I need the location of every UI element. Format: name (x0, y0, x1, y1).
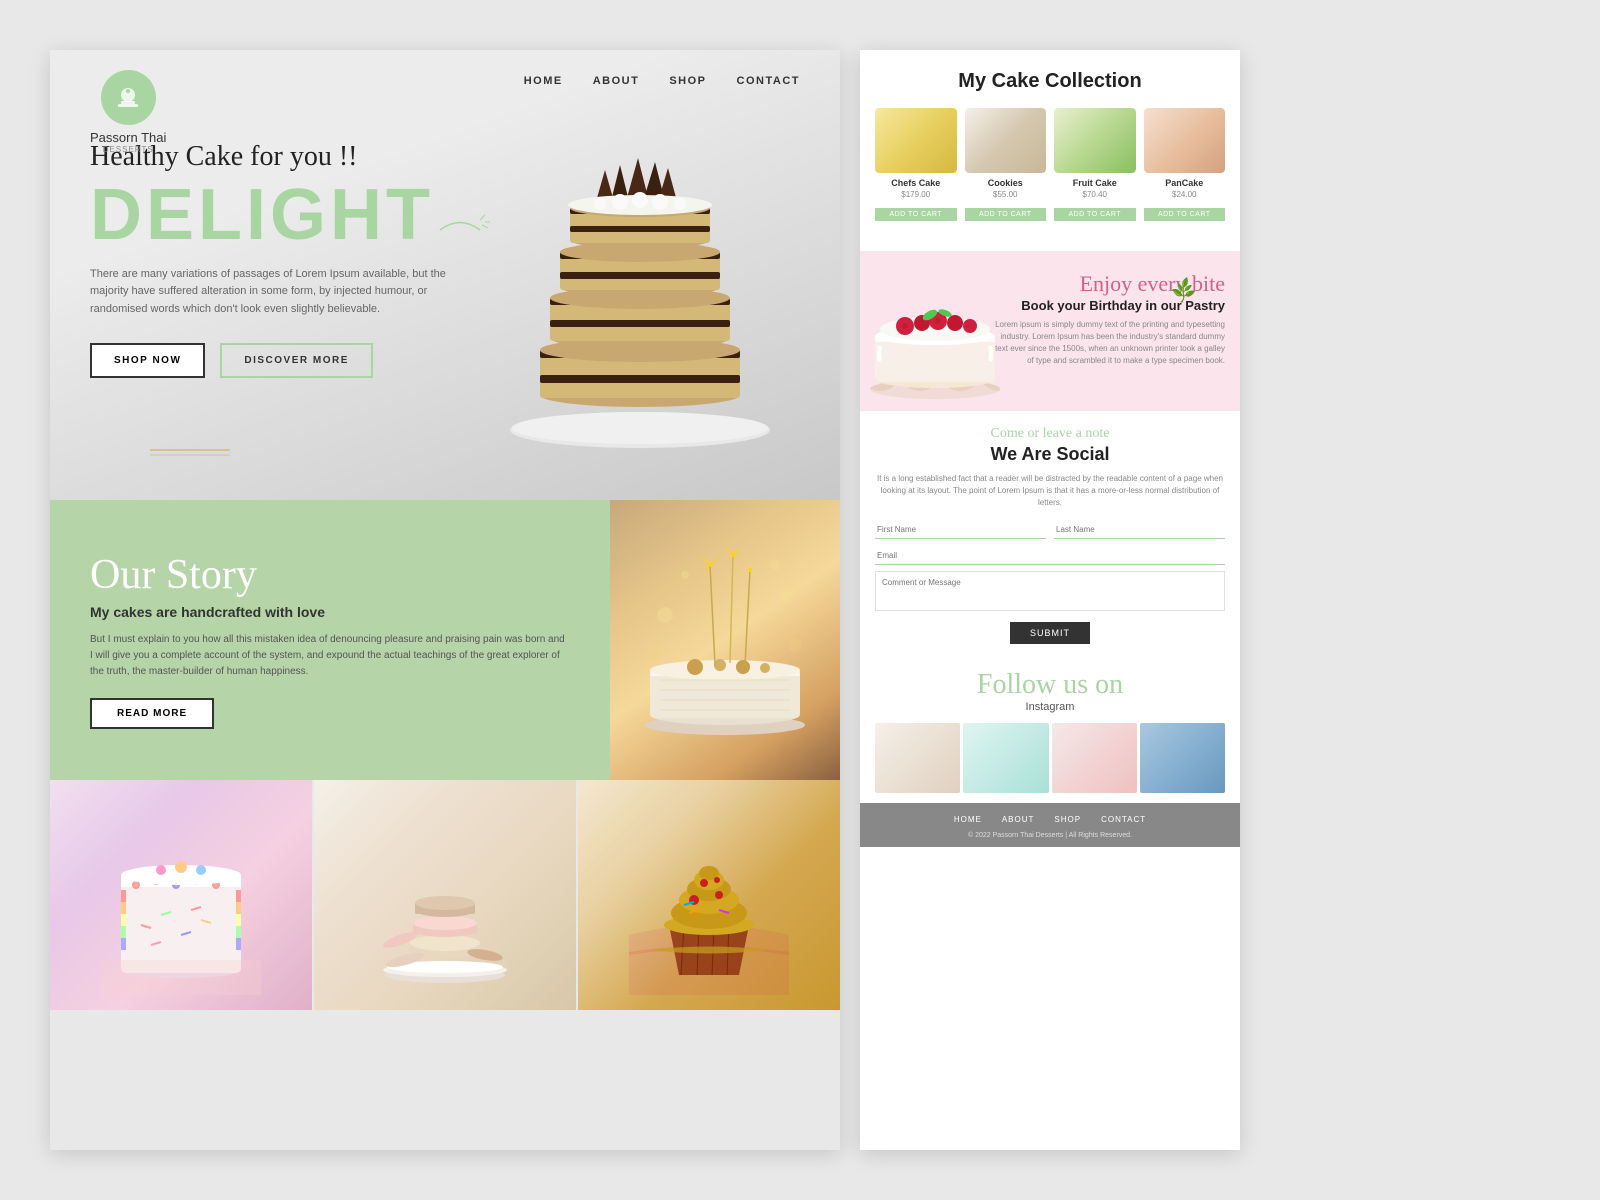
birthday-content: 🌿 Enjoy every bite Book your Birthday in… (875, 271, 1225, 366)
cake-price-1: $179.00 (875, 190, 957, 199)
nav-home[interactable]: HOME (524, 75, 563, 87)
bottom-image-1 (50, 780, 312, 1010)
read-more-button[interactable]: READ MORE (90, 698, 214, 729)
cake-image-1 (875, 108, 957, 173)
story-section: Our Story My cakes are handcrafted with … (50, 500, 840, 780)
name-row (875, 521, 1225, 539)
story-description: But I must explain to you how all this m… (90, 632, 570, 680)
footer-nav: HOME ABOUT SHOP CONTACT (875, 815, 1225, 824)
nav-contact[interactable]: CONTACT (737, 75, 800, 87)
logo-name: Passorn Thai (90, 130, 166, 145)
footer-nav-contact[interactable]: CONTACT (1101, 815, 1146, 824)
last-name-input[interactable] (1054, 521, 1225, 539)
follow-section: Follow us on Instagram (860, 659, 1240, 803)
logo-sub: DESSERTS (90, 145, 166, 154)
follow-subtitle: Instagram (875, 701, 1225, 713)
add-to-cart-button-4[interactable]: ADD TO CART (1144, 208, 1226, 221)
bottom-image-3 (578, 780, 840, 1010)
email-input[interactable] (875, 547, 1225, 565)
message-textarea[interactable] (875, 571, 1225, 611)
cake-image-4 (1144, 108, 1226, 173)
footer-nav-about[interactable]: ABOUT (1002, 815, 1035, 824)
nav-shop[interactable]: SHOP (669, 75, 706, 87)
right-panel: My Cake Collection Chefs Cake $179.00 AD… (860, 50, 1240, 1150)
instagram-image-1[interactable] (875, 723, 960, 793)
instagram-image-4[interactable] (1140, 723, 1225, 793)
hero-decoration (430, 210, 490, 255)
collection-title: My Cake Collection (875, 70, 1225, 93)
first-name-input[interactable] (875, 521, 1046, 539)
collection-section: My Cake Collection Chefs Cake $179.00 AD… (860, 50, 1240, 251)
cake-price-4: $24.00 (1144, 190, 1226, 199)
birthday-description: Lorem ipsum is simply dummy text of the … (995, 319, 1225, 367)
story-cake-panel (610, 500, 840, 780)
footer-copyright: © 2022 Passorn Thai Desserts | All Right… (875, 832, 1225, 839)
gold-decoration (150, 445, 250, 470)
story-subtitle: My cakes are handcrafted with love (90, 604, 570, 620)
story-left-panel: Our Story My cakes are handcrafted with … (50, 500, 610, 780)
story-script-title: Our Story (90, 551, 570, 599)
birthday-section: 🌿 Enjoy every bite Book your Birthday in… (860, 251, 1240, 411)
logo: Passorn Thai DESSERTS (90, 70, 166, 154)
bottom-images-section (50, 780, 840, 1010)
bottom-image-2 (314, 780, 576, 1010)
story-cake-image (610, 500, 840, 780)
contact-form: SUBMIT (875, 521, 1225, 644)
instagram-grid (875, 723, 1225, 793)
cake-name-2: Cookies (965, 178, 1047, 188)
footer-nav-home[interactable]: HOME (954, 815, 982, 824)
cake-item-4: PanCake $24.00 ADD TO CART (1144, 108, 1226, 221)
add-to-cart-button-1[interactable]: ADD TO CART (875, 208, 957, 221)
social-section: Come or leave a note We Are Social It is… (860, 411, 1240, 659)
follow-script-text: Follow us on (875, 669, 1225, 701)
submit-button[interactable]: SUBMIT (1010, 622, 1090, 644)
cake-image-2 (965, 108, 1047, 173)
cake-price-2: $55.00 (965, 190, 1047, 199)
cake-item-3: Fruit Cake $70.40 ADD TO CART (1054, 108, 1136, 221)
cake-price-3: $70.40 (1054, 190, 1136, 199)
social-tagline: Come or leave a note (875, 426, 1225, 442)
cake-name-1: Chefs Cake (875, 178, 957, 188)
cake-image-3 (1054, 108, 1136, 173)
hero-cake-image (480, 90, 840, 500)
social-title: We Are Social (875, 444, 1225, 465)
logo-circle (101, 70, 156, 125)
cake-item-2: Cookies $55.00 ADD TO CART (965, 108, 1047, 221)
cake-name-3: Fruit Cake (1054, 178, 1136, 188)
social-description: It is a long established fact that a rea… (875, 473, 1225, 509)
cake-item-1: Chefs Cake $179.00 ADD TO CART (875, 108, 957, 221)
shop-now-button[interactable]: SHOP NOW (90, 343, 205, 378)
discover-more-button[interactable]: DISCOVER MORE (220, 343, 373, 378)
nav-about[interactable]: ABOUT (593, 75, 640, 87)
footer: HOME ABOUT SHOP CONTACT © 2022 Passorn T… (860, 803, 1240, 847)
instagram-image-3[interactable] (1052, 723, 1137, 793)
main-nav: HOME ABOUT SHOP CONTACT (524, 75, 800, 87)
cake-name-4: PanCake (1144, 178, 1226, 188)
hero-title: DELIGHT (90, 179, 470, 251)
footer-nav-shop[interactable]: SHOP (1054, 815, 1081, 824)
hero-description: There are many variations of passages of… (90, 266, 470, 319)
cake-product-grid: Chefs Cake $179.00 ADD TO CART Cookies $… (875, 108, 1225, 221)
add-to-cart-button-3[interactable]: ADD TO CART (1054, 208, 1136, 221)
instagram-image-2[interactable] (963, 723, 1048, 793)
add-to-cart-button-2[interactable]: ADD TO CART (965, 208, 1047, 221)
hero-buttons: SHOP NOW DISCOVER MORE (90, 343, 470, 378)
